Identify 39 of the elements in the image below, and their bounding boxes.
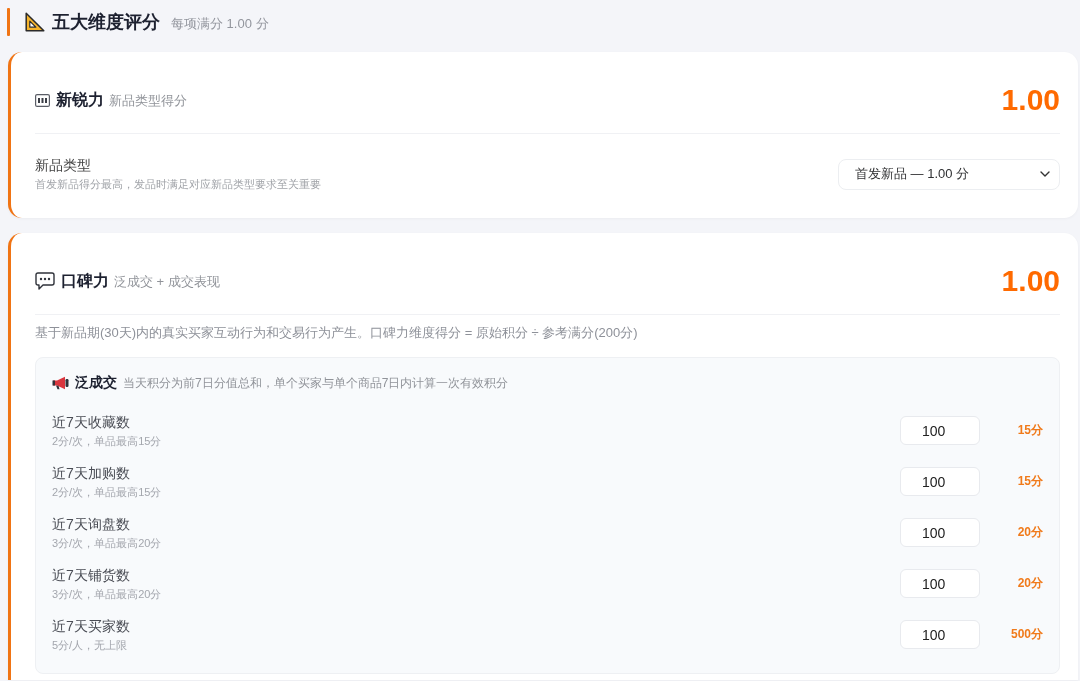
metric-points: 15分 [1016,422,1043,439]
count-input[interactable]: 100 [900,569,980,598]
dimension-title: 口碑力 [61,270,109,291]
metric-hint: 3分/次，单品最高20分 [52,535,162,551]
accent-bar [7,8,10,36]
dimension-score: 1.00 [1001,264,1060,298]
metric-hint: 2分/次，单品最高15分 [52,433,162,449]
field-hint: 首发新品得分最高，发品时满足对应新品类型要求至关重要 [35,177,321,192]
metric-hint: 2分/次，单品最高15分 [52,484,162,500]
group-title: 泛成交 [75,374,117,392]
metric-label: 近7天收藏数 [52,412,130,431]
metric-label: 近7天询盘数 [52,514,130,533]
section-subtitle: 每项满分 1.00 分 [171,14,269,33]
count-input[interactable]: 100 [900,416,980,445]
dimension-subtitle: 新品类型得分 [109,92,187,110]
dimension-description: 基于新品期(30天)内的真实买家互动行为和交易行为产生。口碑力维度得分 = 原始积分 ÷ 参考满分(200分) [35,324,639,342]
dimension-title: 新锐力 [56,89,104,110]
megaphone-icon [52,376,69,390]
metric-hint: 5分/人，无上限 [52,637,128,653]
count-input[interactable]: 100 [900,467,980,496]
metric-points: 20分 [1016,575,1043,592]
type-select[interactable]: 首发新品 — 1.00 分 [838,158,1060,190]
group-note: 当天积分为前7日分值总和，单个买家与单个商品7日内计算一次有效积分 [123,374,509,392]
metric-label: 近7天买家数 [52,616,130,635]
badge-icon [35,93,50,107]
dimension-subtitle: 泛成交 + 成交表现 [114,273,220,291]
metric-label: 近7天加购数 [52,463,130,482]
field-label: 新品类型 [35,156,91,174]
metric-points: 15分 [1016,473,1043,490]
metric-label: 近7天铺货数 [52,565,130,584]
chevron-down-icon [1040,171,1050,177]
section-title: 五大维度评分 [52,11,160,34]
count-input[interactable]: 100 [900,620,980,649]
speech-bubble-icon [35,272,55,290]
metric-points: 20分 [1016,524,1043,541]
count-input[interactable]: 100 [900,518,980,547]
dimension-score: 1.00 [1001,83,1060,117]
metric-hint: 3分/次，单品最高20分 [52,586,162,602]
metric-points: 500分 [1009,626,1043,643]
